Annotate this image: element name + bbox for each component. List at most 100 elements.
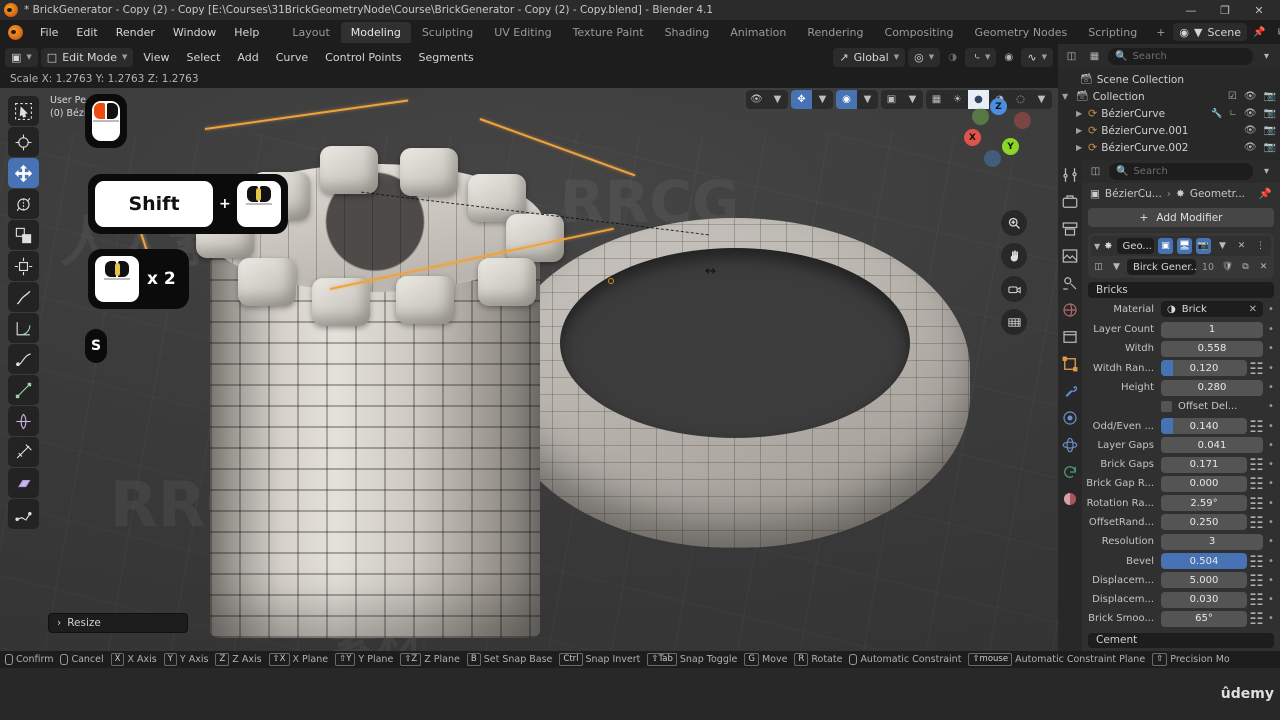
particles-tab-icon[interactable]	[1061, 409, 1079, 427]
prop-value[interactable]: 0.030	[1161, 591, 1247, 608]
modifier-close-icon[interactable]: ✕	[1234, 238, 1249, 254]
tool-tab-icon[interactable]	[1061, 166, 1079, 184]
breadcrumb-modifier[interactable]: Geometr...	[1190, 188, 1245, 200]
pan-hand-icon[interactable]	[1001, 243, 1027, 269]
eye-icon[interactable]: 👁	[1244, 91, 1257, 102]
animate-dot[interactable]: •	[1266, 440, 1276, 451]
camera-icon[interactable]: 📷	[1264, 142, 1276, 153]
overlays-toggle[interactable]: ◉ ▼	[836, 90, 878, 109]
pin-icon[interactable]: 📌	[1259, 187, 1272, 200]
pivot-point-selector[interactable]: ◎ ▼	[908, 47, 941, 67]
rotate-tool[interactable]	[8, 189, 39, 219]
gizmo-axis-neg-x[interactable]	[1014, 112, 1031, 129]
input-attribute-toggle-icon[interactable]: ☷	[1249, 474, 1263, 493]
toggle-orthographic-icon[interactable]	[1001, 309, 1027, 335]
input-attribute-toggle-icon[interactable]: ☷	[1249, 552, 1263, 571]
animate-dot[interactable]: •	[1266, 613, 1276, 624]
input-attribute-toggle-icon[interactable]: ☷	[1249, 609, 1263, 628]
view-layer-tab-icon[interactable]	[1061, 247, 1079, 265]
prop-value[interactable]: 5.000	[1161, 572, 1247, 589]
outliner-row-beziercurve-002[interactable]: ▶ ⟳ BézierCurve.002 👁 📷	[1058, 139, 1280, 156]
overlays-icon[interactable]: ◉	[836, 90, 857, 109]
visibility-icon[interactable]: 👁	[746, 90, 767, 109]
outliner[interactable]: 🗃 Scene Collection ▼ 🗃 Collection ☑ 👁 📷 …	[1058, 68, 1280, 160]
animate-dot[interactable]: •	[1266, 343, 1276, 354]
minimize-button[interactable]: —	[1174, 0, 1208, 20]
visibility-toggle[interactable]: 👁 ▼	[746, 90, 788, 109]
expand-chevron-icon[interactable]: ▶	[1076, 126, 1084, 135]
chevron-down-icon[interactable]: ▼	[857, 90, 878, 109]
tab-layout[interactable]: Layout	[282, 22, 339, 43]
material-field[interactable]: ◑ Brick ✕	[1161, 301, 1263, 318]
section-title-bricks[interactable]: Bricks	[1088, 282, 1274, 298]
animate-dot[interactable]: •	[1266, 556, 1276, 567]
properties-editor-type-icon[interactable]: ◫	[1086, 163, 1105, 181]
zoom-icon[interactable]	[1001, 210, 1027, 236]
prop-value[interactable]: 0.504	[1161, 553, 1247, 570]
outliner-editor-type-icon[interactable]: ◫	[1062, 47, 1081, 65]
mode-selector[interactable]: □ Edit Mode ▼	[40, 47, 134, 67]
input-attribute-toggle-icon[interactable]: ☷	[1249, 513, 1263, 532]
animate-dot[interactable]: •	[1266, 478, 1276, 489]
object-tab-icon[interactable]	[1061, 355, 1079, 373]
add-workspace-button[interactable]: +	[1148, 23, 1173, 42]
xray-toggle[interactable]: ▣ ▼	[881, 90, 923, 109]
outliner-row-scene-collection[interactable]: 🗃 Scene Collection	[1058, 71, 1280, 88]
randomize-tool[interactable]	[8, 499, 39, 529]
gizmo-axis-x[interactable]: X	[964, 129, 981, 146]
add-modifier-button[interactable]: + Add Modifier	[1088, 208, 1274, 228]
xray-icon[interactable]: ▣	[881, 90, 902, 109]
prop-value[interactable]: 2.59°	[1161, 495, 1247, 512]
wireframe-shading-icon[interactable]: ▦	[926, 90, 947, 109]
transform-orientation-selector[interactable]: ↗ Global ▼	[833, 47, 906, 67]
animate-dot[interactable]: •	[1266, 382, 1276, 393]
tab-shading[interactable]: Shading	[655, 22, 720, 43]
outliner-filter-icon[interactable]: ▾	[1257, 47, 1276, 65]
outliner-row-collection[interactable]: ▼ 🗃 Collection ☑ 👁 📷	[1058, 88, 1280, 105]
tab-compositing[interactable]: Compositing	[875, 22, 964, 43]
prop-value[interactable]: 0.171	[1161, 456, 1247, 473]
input-attribute-toggle-icon[interactable]: ☷	[1249, 455, 1263, 474]
output-tab-icon[interactable]	[1061, 220, 1079, 238]
prop-value[interactable]: 0.041	[1161, 437, 1263, 454]
pin-scene-icon[interactable]: 📌	[1250, 23, 1269, 41]
modifier-tab-icon[interactable]	[1061, 382, 1079, 400]
tab-uv-editing[interactable]: UV Editing	[484, 22, 561, 43]
animate-dot[interactable]: •	[1266, 304, 1276, 315]
scene-tab-icon[interactable]	[1061, 274, 1079, 292]
properties-search-input[interactable]: 🔍 Search	[1109, 163, 1253, 181]
render-tab-icon[interactable]	[1061, 193, 1079, 211]
collection-tab-icon[interactable]	[1061, 328, 1079, 346]
chevron-down-icon[interactable]: ▼	[812, 90, 833, 109]
section-title-cement[interactable]: Cement	[1088, 632, 1274, 648]
animate-dot[interactable]: •	[1266, 517, 1276, 528]
modifier-name-field[interactable]: Birck Gener...	[1127, 259, 1196, 276]
animate-dot[interactable]: •	[1266, 421, 1276, 432]
tab-modeling[interactable]: Modeling	[340, 21, 411, 43]
viewport-menu-control-points[interactable]: Control Points	[318, 48, 408, 67]
blender-menu-icon[interactable]	[8, 24, 23, 40]
animate-dot[interactable]: •	[1266, 363, 1276, 374]
input-attribute-toggle-icon[interactable]: ☷	[1249, 494, 1263, 513]
edit-mode-display-toggle[interactable]: ▣	[1158, 238, 1173, 255]
eye-icon[interactable]: 👁	[1244, 142, 1257, 153]
users-count[interactable]: 10	[1199, 262, 1217, 273]
prop-value[interactable]: 0.140	[1161, 418, 1247, 435]
viewport-menu-curve[interactable]: Curve	[269, 48, 315, 67]
shield-icon[interactable]: 🛡	[1220, 259, 1235, 275]
tab-scripting[interactable]: Scripting	[1078, 22, 1147, 43]
scale-tool[interactable]	[8, 220, 39, 250]
snapping-selector[interactable]: ⌎ ▼	[965, 47, 997, 67]
tab-rendering[interactable]: Rendering	[797, 22, 873, 43]
expand-chevron-icon[interactable]: ▶	[1076, 109, 1084, 118]
checkbox-icon[interactable]: ☑	[1228, 91, 1237, 102]
camera-view-icon[interactable]	[1001, 276, 1027, 302]
extrude-tool[interactable]	[8, 375, 39, 405]
chevron-down-icon[interactable]: ▼	[1031, 90, 1052, 109]
expand-chevron-icon[interactable]: ▼	[1094, 242, 1100, 251]
navigation-gizmo[interactable]: Z X Y	[958, 96, 1034, 172]
measure-tool[interactable]	[8, 313, 39, 343]
editor-type-selector[interactable]: ▣ ▼	[5, 47, 38, 67]
expand-chevron-icon[interactable]: ▼	[1062, 92, 1072, 101]
world-tab-icon[interactable]	[1061, 301, 1079, 319]
